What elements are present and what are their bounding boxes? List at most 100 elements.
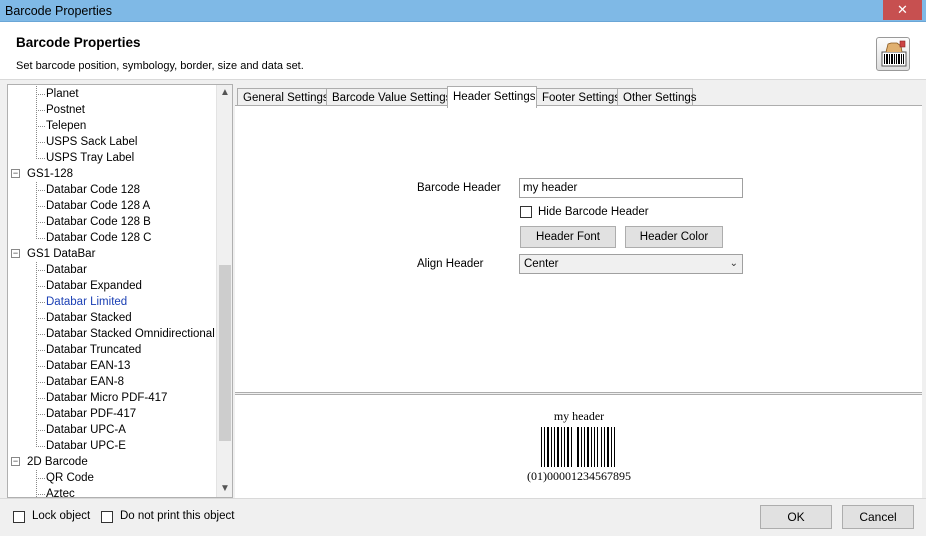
tree-connector: [36, 286, 45, 287]
scroll-up-icon[interactable]: ▲: [217, 85, 232, 101]
tree-connector: [36, 302, 45, 303]
tree-connector: [36, 350, 45, 351]
tree-item[interactable]: Databar Stacked: [46, 310, 132, 326]
barcode-bar: [614, 427, 615, 467]
tree-item[interactable]: Databar Code 128 B: [46, 214, 151, 230]
barcode-bar: [581, 427, 582, 467]
lock-object-label: Lock object: [32, 510, 91, 522]
tree-item[interactable]: USPS Sack Label: [46, 134, 137, 150]
tree-item[interactable]: QR Code: [46, 470, 94, 486]
scroll-down-icon[interactable]: ▼: [217, 481, 232, 497]
tree-item[interactable]: Databar Code 128 A: [46, 198, 150, 214]
ok-button[interactable]: OK: [760, 505, 832, 529]
tree-item[interactable]: Databar PDF-417: [46, 406, 136, 422]
collapse-icon[interactable]: −: [11, 169, 20, 178]
tree-connector: [36, 182, 37, 239]
tree-connector: [36, 366, 45, 367]
close-button[interactable]: ✕: [883, 0, 922, 20]
tree-group[interactable]: GS1 DataBar: [27, 246, 95, 262]
barcode-bar: [547, 427, 549, 467]
barcode-bar: [564, 427, 565, 467]
tree-item[interactable]: Databar EAN-8: [46, 374, 124, 390]
tree-connector: [36, 334, 45, 335]
hide-header-label: Hide Barcode Header: [538, 206, 649, 218]
tree-connector: [36, 158, 45, 159]
symbology-tree[interactable]: ▲ ▼ Planet Postnet Telepen USPS Sack Label U…: [7, 84, 233, 498]
tree-connector: [36, 110, 45, 111]
align-header-label: Align Header: [417, 258, 484, 270]
barcode-bar: [577, 427, 579, 467]
tree-item[interactable]: Databar: [46, 262, 87, 278]
tree-item[interactable]: Databar Expanded: [46, 278, 142, 294]
tree-connector: [36, 190, 45, 191]
tree-item[interactable]: Databar Stacked Omnidirectional: [46, 326, 215, 342]
align-header-select[interactable]: Center ⌄: [519, 254, 743, 274]
dialog-header: Barcode Properties Set barcode position,…: [0, 22, 926, 80]
tree-item[interactable]: Databar Code 128 C: [46, 230, 151, 246]
dialog-subtitle: Set barcode position, symbology, border,…: [16, 60, 304, 72]
hide-header-checkbox[interactable]: [520, 206, 532, 218]
tree-connector: [36, 270, 45, 271]
tree-group[interactable]: 2D Barcode: [27, 454, 88, 470]
lock-object-checkbox[interactable]: [13, 511, 25, 523]
tree-connector: [36, 414, 45, 415]
tree-connector: [36, 238, 45, 239]
tree-connector: [36, 398, 45, 399]
barcode-bar: [557, 427, 559, 467]
no-print-checkbox[interactable]: [101, 511, 113, 523]
tree-item[interactable]: Telepen: [46, 118, 86, 134]
tree-item[interactable]: Databar UPC-E: [46, 438, 126, 454]
scroll-thumb[interactable]: [219, 265, 231, 441]
barcode-bar: [551, 427, 552, 467]
tree-item[interactable]: Planet: [46, 86, 79, 102]
tree-connector: [36, 142, 45, 143]
tree-connector: [36, 94, 45, 95]
barcode-bar: [554, 427, 555, 467]
tree-item[interactable]: Databar EAN-13: [46, 358, 130, 374]
tree-connector: [36, 206, 45, 207]
tree-item[interactable]: USPS Tray Label: [46, 150, 134, 166]
preview-header-text: my header: [553, 409, 605, 423]
barcode-bar: [584, 427, 585, 467]
barcode-bars-icon: [541, 427, 615, 467]
tree-group[interactable]: GS1-128: [27, 166, 73, 182]
barcode-bar: [607, 427, 609, 467]
dialog-footer: Lock object Do not print this object OK …: [0, 498, 926, 536]
barcode-bar: [597, 427, 598, 467]
chevron-down-icon: ⌄: [729, 258, 738, 269]
collapse-icon[interactable]: −: [11, 457, 20, 466]
barcode-bar: [587, 427, 589, 467]
tree-item[interactable]: Postnet: [46, 102, 85, 118]
preview-barcode-number: (01)00001234567895: [527, 469, 631, 483]
barcode-bar: [541, 427, 542, 467]
tree-item[interactable]: Databar Micro PDF-417: [46, 390, 167, 406]
barcode-preview: my header (01)00001234567895: [235, 394, 922, 498]
barcode-header-input[interactable]: my header: [519, 178, 743, 198]
barcode-bar: [544, 427, 545, 467]
align-header-value: Center: [524, 258, 559, 270]
tree-item[interactable]: Databar Code 128: [46, 182, 140, 198]
tree-connector: [36, 262, 37, 447]
tree-connector: [36, 126, 45, 127]
tree-item[interactable]: Databar Truncated: [46, 342, 141, 358]
tree-item[interactable]: Databar Limited: [46, 294, 127, 310]
window-title: Barcode Properties: [5, 4, 113, 18]
header-font-button[interactable]: Header Font: [520, 226, 616, 248]
barcode-bar: [594, 427, 595, 467]
header-settings-page: Barcode Header my header Hide Barcode He…: [235, 105, 922, 393]
barcode-bar: [567, 427, 569, 467]
barcode-bar: [571, 427, 572, 467]
tree-connector: [36, 470, 37, 497]
cancel-button[interactable]: Cancel: [842, 505, 914, 529]
collapse-icon[interactable]: −: [11, 249, 20, 258]
barcode-hand-icon: [876, 37, 910, 71]
tree-connector: [36, 494, 45, 495]
header-color-button[interactable]: Header Color: [625, 226, 723, 248]
tree-item[interactable]: Databar UPC-A: [46, 422, 126, 438]
tree-connector: [36, 222, 45, 223]
tab-header-settings[interactable]: Header Settings: [447, 86, 537, 108]
tree-item[interactable]: Aztec: [46, 486, 75, 497]
tree-connector: [36, 318, 45, 319]
no-print-label: Do not print this object: [120, 510, 235, 522]
tree-scrollbar[interactable]: ▲ ▼: [216, 85, 232, 497]
